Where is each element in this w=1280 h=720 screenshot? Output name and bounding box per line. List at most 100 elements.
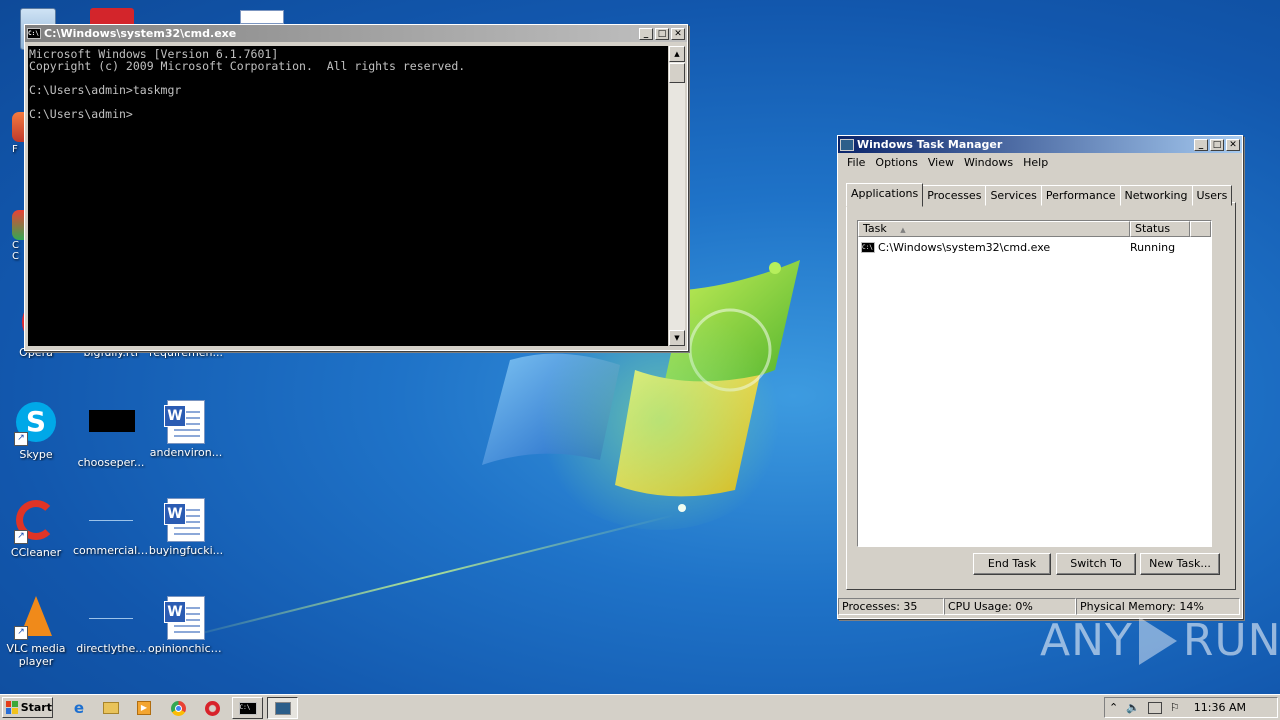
switch-to-button[interactable]: Switch To <box>1056 553 1136 575</box>
table-row[interactable]: C:\ C:\Windows\system32\cmd.exe Running <box>861 240 1206 254</box>
task-name: C:\Windows\system32\cmd.exe <box>878 240 1051 254</box>
taskbar-task-manager[interactable] <box>267 697 298 719</box>
internet-explorer-icon[interactable]: e <box>70 699 88 717</box>
tab-processes[interactable]: Processes <box>922 185 987 206</box>
menu-options[interactable]: Options <box>875 156 917 169</box>
partial-label: F <box>12 144 18 155</box>
skype-label: Skype <box>19 448 53 461</box>
desktop-icon-opinionchica[interactable]: W opinionchica... <box>148 596 224 655</box>
desktop-icon-chooseper[interactable]: chooseper... <box>73 400 149 469</box>
desktop-icon-andenviron[interactable]: W andenviron... <box>148 400 224 459</box>
network-icon[interactable] <box>1147 701 1162 714</box>
taskbar: Start e ▶ C:\ ⌃ 🔈 ⚐ 11:36 AM <box>0 694 1280 720</box>
tab-services[interactable]: Services <box>985 185 1042 206</box>
word-doc-icon: W <box>164 498 208 542</box>
taskbar-cmd[interactable]: C:\ <box>232 697 263 719</box>
wallpaper-streak <box>169 514 675 642</box>
tab-networking[interactable]: Networking <box>1119 185 1193 206</box>
cmd-icon: C:\ <box>27 28 41 39</box>
task-manager-window[interactable]: Windows Task Manager _ □ ✕ File Options … <box>837 135 1243 619</box>
cmd-icon: C:\ <box>861 241 875 253</box>
blank-file-icon <box>89 596 133 640</box>
desktop-icon-partial-top2[interactable] <box>240 10 284 24</box>
desktop-icon-ccleaner[interactable]: ↗ CCleaner <box>0 498 74 559</box>
cmd-icon: C:\ <box>238 701 257 715</box>
console-line: C:\Users\admin> <box>29 107 133 121</box>
minimize-button[interactable]: _ <box>639 27 653 40</box>
cmd-scrollbar[interactable]: ▲ ▼ <box>669 46 685 346</box>
task-list[interactable]: Task ▲ Status C:\ C:\Windows\system32\cm… <box>857 220 1212 547</box>
opinionchica-label: opinionchica... <box>148 642 224 655</box>
task-manager-titlebar[interactable]: Windows Task Manager _ □ ✕ <box>838 136 1242 153</box>
status-memory: Physical Memory: 14% <box>1076 598 1240 615</box>
tab-users[interactable]: Users <box>1191 185 1233 206</box>
task-manager-icon <box>274 701 291 715</box>
media-player-icon[interactable]: ▶ <box>137 699 155 717</box>
maximize-button[interactable]: □ <box>655 27 669 40</box>
tab-performance[interactable]: Performance <box>1040 185 1121 206</box>
menu-help[interactable]: Help <box>1023 156 1048 169</box>
scroll-down-icon[interactable]: ▼ <box>669 330 685 346</box>
start-button[interactable]: Start <box>2 697 53 718</box>
volume-icon[interactable]: 🔈 <box>1126 701 1140 714</box>
opera-icon[interactable] <box>205 699 223 717</box>
cmd-title: C:\Windows\system32\cmd.exe <box>44 27 237 40</box>
directlythe-label: directlythe... <box>76 642 146 655</box>
desktop-icon-skype[interactable]: S ↗ Skype <box>0 400 74 461</box>
minimize-button[interactable]: _ <box>1194 138 1208 151</box>
start-label: Start <box>20 701 52 714</box>
desktop-icon-partial-top[interactable] <box>90 8 134 24</box>
tab-applications[interactable]: Applications <box>846 183 924 207</box>
commercialn-label: commercialn... <box>73 544 149 557</box>
status-processes: Processes: 35 <box>838 598 944 615</box>
task-manager-icon <box>840 138 854 151</box>
sort-up-icon: ▲ <box>900 226 906 234</box>
console-output[interactable]: Microsoft Windows [Version 6.1.7601] Copy… <box>28 46 668 346</box>
console-line: C:\Users\admin>taskmgr <box>29 83 182 97</box>
chrome-icon[interactable] <box>171 699 189 717</box>
vlc-label: VLC media player <box>6 642 66 668</box>
menu-windows[interactable]: Windows <box>964 156 1013 169</box>
tray-expand-icon[interactable]: ⌃ <box>1109 701 1118 714</box>
new-task-button[interactable]: New Task... <box>1140 553 1220 575</box>
column-header-status[interactable]: Status <box>1130 221 1190 237</box>
task-list-header: Task ▲ Status <box>858 221 1211 237</box>
desktop-icon-buyingfucki[interactable]: W buyingfucki... <box>148 498 224 557</box>
close-button[interactable]: ✕ <box>671 27 685 40</box>
scroll-up-icon[interactable]: ▲ <box>669 46 685 62</box>
desktop-icon-vlc[interactable]: ↗ VLC media player <box>0 596 74 668</box>
close-button[interactable]: ✕ <box>1226 138 1240 151</box>
console-line: Copyright (c) 2009 Microsoft Corporation… <box>29 59 466 73</box>
clock[interactable]: 11:36 AM <box>1194 701 1246 714</box>
skype-icon: S ↗ <box>14 402 58 446</box>
windows-flag-icon <box>6 701 18 714</box>
shortcut-arrow-icon: ↗ <box>14 432 28 446</box>
system-tray: ⌃ 🔈 ⚐ 11:36 AM <box>1104 697 1278 718</box>
scroll-thumb[interactable] <box>669 63 685 83</box>
column-header-task[interactable]: Task ▲ <box>858 221 1130 237</box>
vlc-cone-icon: ↗ <box>14 596 58 640</box>
folder-icon[interactable] <box>103 699 121 717</box>
cmd-titlebar[interactable]: C:\ C:\Windows\system32\cmd.exe _ □ ✕ <box>25 25 687 42</box>
watermark-right: RUN <box>1182 615 1280 666</box>
end-task-button[interactable]: End Task <box>973 553 1051 575</box>
menu-bar: File Options View Windows Help <box>838 153 1242 171</box>
desktop-icon-commercialn[interactable]: commercialn... <box>73 498 149 557</box>
watermark-left: ANY <box>1040 615 1133 666</box>
task-status: Running <box>1130 240 1176 254</box>
flag-icon[interactable]: ⚐ <box>1170 701 1180 714</box>
black-file-icon <box>89 410 135 454</box>
play-icon <box>1138 616 1177 665</box>
shortcut-arrow-icon: ↗ <box>14 626 28 640</box>
task-manager-title: Windows Task Manager <box>857 138 1003 151</box>
menu-file[interactable]: File <box>847 156 865 169</box>
menu-view[interactable]: View <box>928 156 954 169</box>
cmd-window[interactable]: C:\ C:\Windows\system32\cmd.exe _ □ ✕ Mi… <box>24 24 688 351</box>
word-doc-icon: W <box>164 596 208 640</box>
desktop-icon-directlythe[interactable]: directlythe... <box>73 596 149 655</box>
maximize-button[interactable]: □ <box>1210 138 1224 151</box>
tab-strip: Applications Processes Services Performa… <box>846 182 1233 207</box>
andenviron-label: andenviron... <box>149 446 223 459</box>
blank-file-icon <box>89 498 133 542</box>
word-doc-icon: W <box>164 400 208 444</box>
